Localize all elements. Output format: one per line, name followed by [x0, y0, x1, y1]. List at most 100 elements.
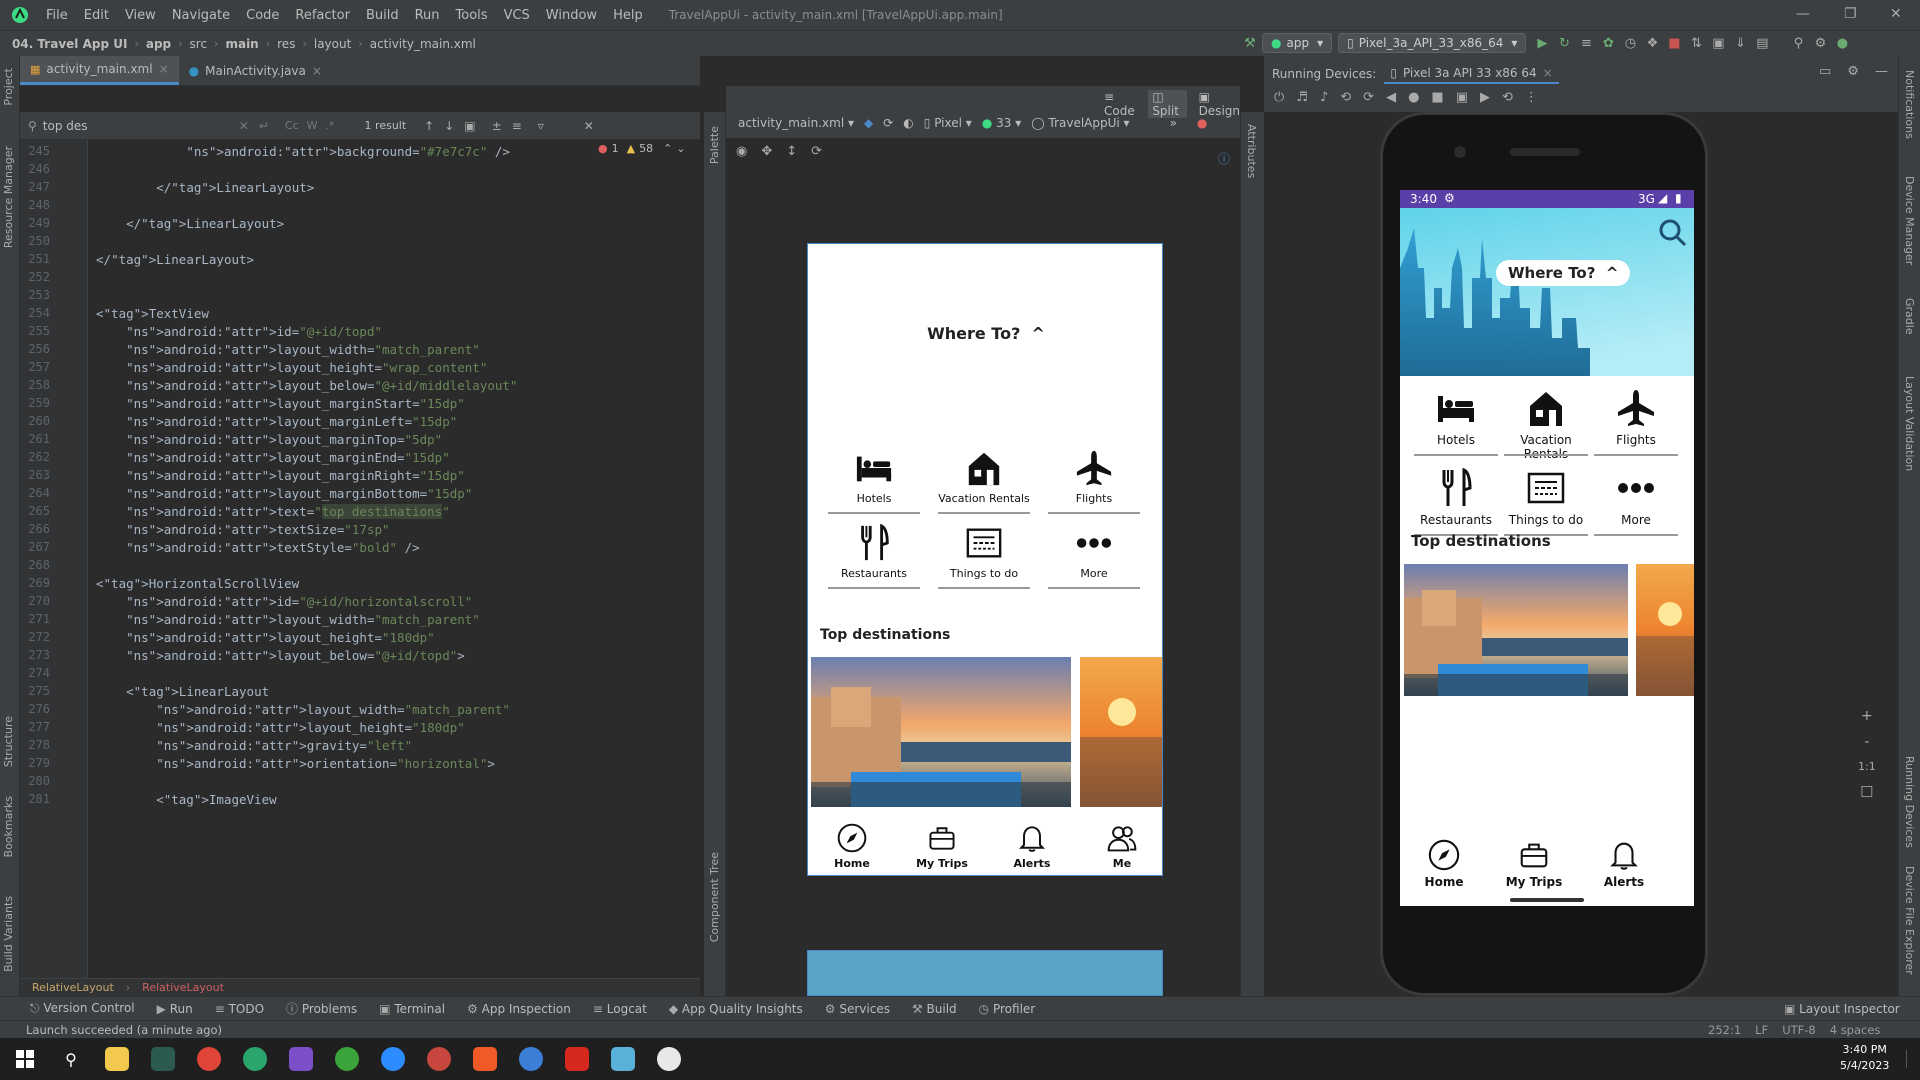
where-to-chip[interactable]: Where To? ^ [1496, 260, 1631, 286]
code-line[interactable]: "ns">android:"attr">layout_width="match_… [96, 612, 480, 627]
device-for-preview-select[interactable]: ▯ Pixel ▾ [924, 116, 972, 130]
design-view-button[interactable]: ▣ Design [1199, 90, 1240, 118]
nav-alerts[interactable]: Alerts [997, 822, 1067, 870]
menu-item-view[interactable]: View [117, 8, 164, 23]
status-message[interactable]: Launch succeeded (a minute ago) [26, 1023, 222, 1037]
run-icon[interactable]: ▶ [1532, 33, 1552, 53]
close-find-icon[interactable]: ✕ [584, 119, 594, 133]
clear-search-icon[interactable]: ✕ [239, 119, 249, 133]
code-line[interactable]: "ns">android:"attr">textSize="17sp" [96, 522, 389, 537]
zoom-in-button[interactable]: + [1861, 708, 1873, 724]
tool-window-todo[interactable]: ≡ TODO [215, 1002, 264, 1016]
code-line[interactable]: <"tag">HorizontalScrollView [96, 576, 299, 591]
chrome-icon[interactable] [186, 1038, 232, 1080]
design-surface-icon[interactable]: ◆ [864, 116, 873, 130]
next-occurrence-icon[interactable]: ↓ [444, 119, 454, 133]
nav-home[interactable]: Home [817, 822, 887, 870]
menu-item-file[interactable]: File [38, 8, 76, 23]
notepad-icon[interactable] [600, 1038, 646, 1080]
tool-window-logcat[interactable]: ≡ Logcat [593, 1002, 647, 1016]
edge-icon[interactable] [232, 1038, 278, 1080]
code-line[interactable]: </"tag">LinearLayout> [96, 216, 284, 231]
category-vacation-rentals[interactable]: Vacation Rentals [930, 449, 1038, 505]
bookmarks-tool[interactable]: Bookmarks [2, 796, 15, 857]
orientation-icon[interactable]: ⟳ [883, 116, 893, 130]
show-desktop-button[interactable] [1906, 1050, 1914, 1068]
search-icon[interactable] [1658, 212, 1688, 242]
category-restaurants[interactable]: Restaurants [820, 523, 928, 580]
layout-file-select[interactable]: activity_main.xml ▾ [738, 116, 854, 130]
previous-occurrence-icon[interactable]: ↑ [424, 119, 434, 133]
layout-inspector-icon[interactable]: ▤ [1752, 33, 1772, 53]
rotate-right-icon[interactable]: ⟳ [1363, 90, 1374, 105]
android-studio-icon[interactable] [508, 1038, 554, 1080]
search-icon[interactable]: ⚲ [1788, 33, 1808, 53]
nav-me[interactable]: Me [1679, 838, 1694, 889]
back-icon[interactable]: ◀ [1386, 90, 1396, 105]
search-icon[interactable]: ⚲ [48, 1038, 94, 1080]
night-mode-icon[interactable]: ◐ [903, 116, 913, 130]
zoom-icon[interactable] [370, 1038, 416, 1080]
hide-icon[interactable]: — [1875, 64, 1888, 79]
select-all-occurrences-icon[interactable]: ≡ [512, 119, 522, 133]
code-line[interactable]: "ns">android:"attr">layout_width="match_… [96, 342, 480, 357]
zoom-actual-size-button[interactable]: 1:1 [1858, 760, 1876, 773]
code-view-button[interactable]: ≡ Code [1104, 90, 1136, 118]
nav-alerts[interactable]: Alerts [1589, 838, 1659, 889]
destination-image[interactable] [1080, 657, 1162, 807]
breadcrumb-item[interactable]: 04. Travel App UI [12, 37, 127, 51]
split-view-button[interactable]: ◫ Split [1148, 90, 1187, 118]
rotate-left-icon[interactable]: ⟲ [1340, 90, 1351, 105]
help-icon[interactable]: ⓘ [1218, 150, 1230, 167]
code-line[interactable]: "ns">android:"attr">layout_below="@+id/m… [96, 378, 517, 393]
menu-item-run[interactable]: Run [407, 8, 448, 23]
infer-constraints-icon[interactable]: ⟳ [811, 144, 822, 159]
xbox-icon[interactable] [324, 1038, 370, 1080]
filter-icon[interactable]: ▿ [538, 119, 544, 133]
run-config-select[interactable]: ● app ▾ [1262, 33, 1333, 53]
nav-home[interactable]: Home [1409, 838, 1479, 889]
close-tab-icon[interactable]: × [159, 62, 169, 76]
sdk-manager-icon[interactable]: ⇓ [1730, 33, 1750, 53]
minimize-icon[interactable]: — [1796, 6, 1810, 22]
pan-icon[interactable]: ✥ [761, 144, 772, 159]
whatsapp-icon[interactable] [646, 1038, 692, 1080]
code-line[interactable]: "ns">android:"attr">layout_height="180dp… [96, 720, 465, 735]
power-icon[interactable]: ⏻ [1274, 90, 1284, 105]
menu-item-navigate[interactable]: Navigate [164, 8, 238, 23]
code-line[interactable]: "ns">android:"attr">layout_marginEnd="15… [96, 450, 450, 465]
code-line[interactable]: "ns">android:"attr">textStyle="bold" /> [96, 540, 420, 555]
category-vacation-rentals[interactable]: Vacation Rentals [1500, 388, 1592, 461]
sync-icon[interactable]: ⇅ [1686, 33, 1706, 53]
indent-setting[interactable]: 4 spaces [1830, 1023, 1881, 1037]
menu-item-window[interactable]: Window [538, 8, 605, 23]
theme-select[interactable]: ◯ TravelAppUi ▾ [1031, 116, 1129, 130]
nav-my-trips[interactable]: My Trips [1499, 838, 1569, 889]
terminal-icon[interactable] [140, 1038, 186, 1080]
android-studio-icon[interactable]: ● [1832, 33, 1852, 53]
code-line[interactable]: </"tag">LinearLayout> [96, 180, 314, 195]
category-more[interactable]: More [1040, 524, 1148, 580]
design-preview-second-screen[interactable] [807, 950, 1163, 996]
gesture-handle[interactable] [1510, 898, 1584, 902]
volume-down-icon[interactable]: ♪ [1320, 90, 1328, 105]
apply-changes-icon[interactable]: ↻ [1554, 33, 1574, 53]
inspection-widget[interactable]: ● 1 ▲ 58 ⌃ ⌄ [598, 142, 686, 155]
settings-icon[interactable]: ⚙ [1810, 33, 1830, 53]
menu-item-vcs[interactable]: VCS [496, 8, 538, 23]
code-line[interactable]: "ns">android:"attr">layout_marginStart="… [96, 396, 465, 411]
breadcrumb-item[interactable]: main [225, 37, 258, 51]
tab-activity-main[interactable]: ▦ activity_main.xml × [20, 56, 179, 85]
debug-icon[interactable]: ✿ [1598, 33, 1618, 53]
category-flights[interactable]: Flights [1040, 449, 1148, 505]
attach-debugger-icon[interactable]: ❖ [1642, 33, 1662, 53]
destination-image[interactable] [1636, 564, 1694, 696]
breadcrumb-item[interactable]: app [146, 37, 171, 51]
code-line[interactable]: <"tag">TextView [96, 306, 209, 321]
category-hotels[interactable]: Hotels [820, 449, 928, 505]
destination-image[interactable] [811, 657, 1071, 807]
nav-me[interactable]: Me [1087, 822, 1157, 870]
menu-item-refactor[interactable]: Refactor [287, 8, 358, 23]
code-line[interactable]: "ns">android:"attr">background="#7e7c7c"… [96, 144, 510, 159]
code-line[interactable]: "ns">android:"attr">layout_marginLeft="1… [96, 414, 457, 429]
